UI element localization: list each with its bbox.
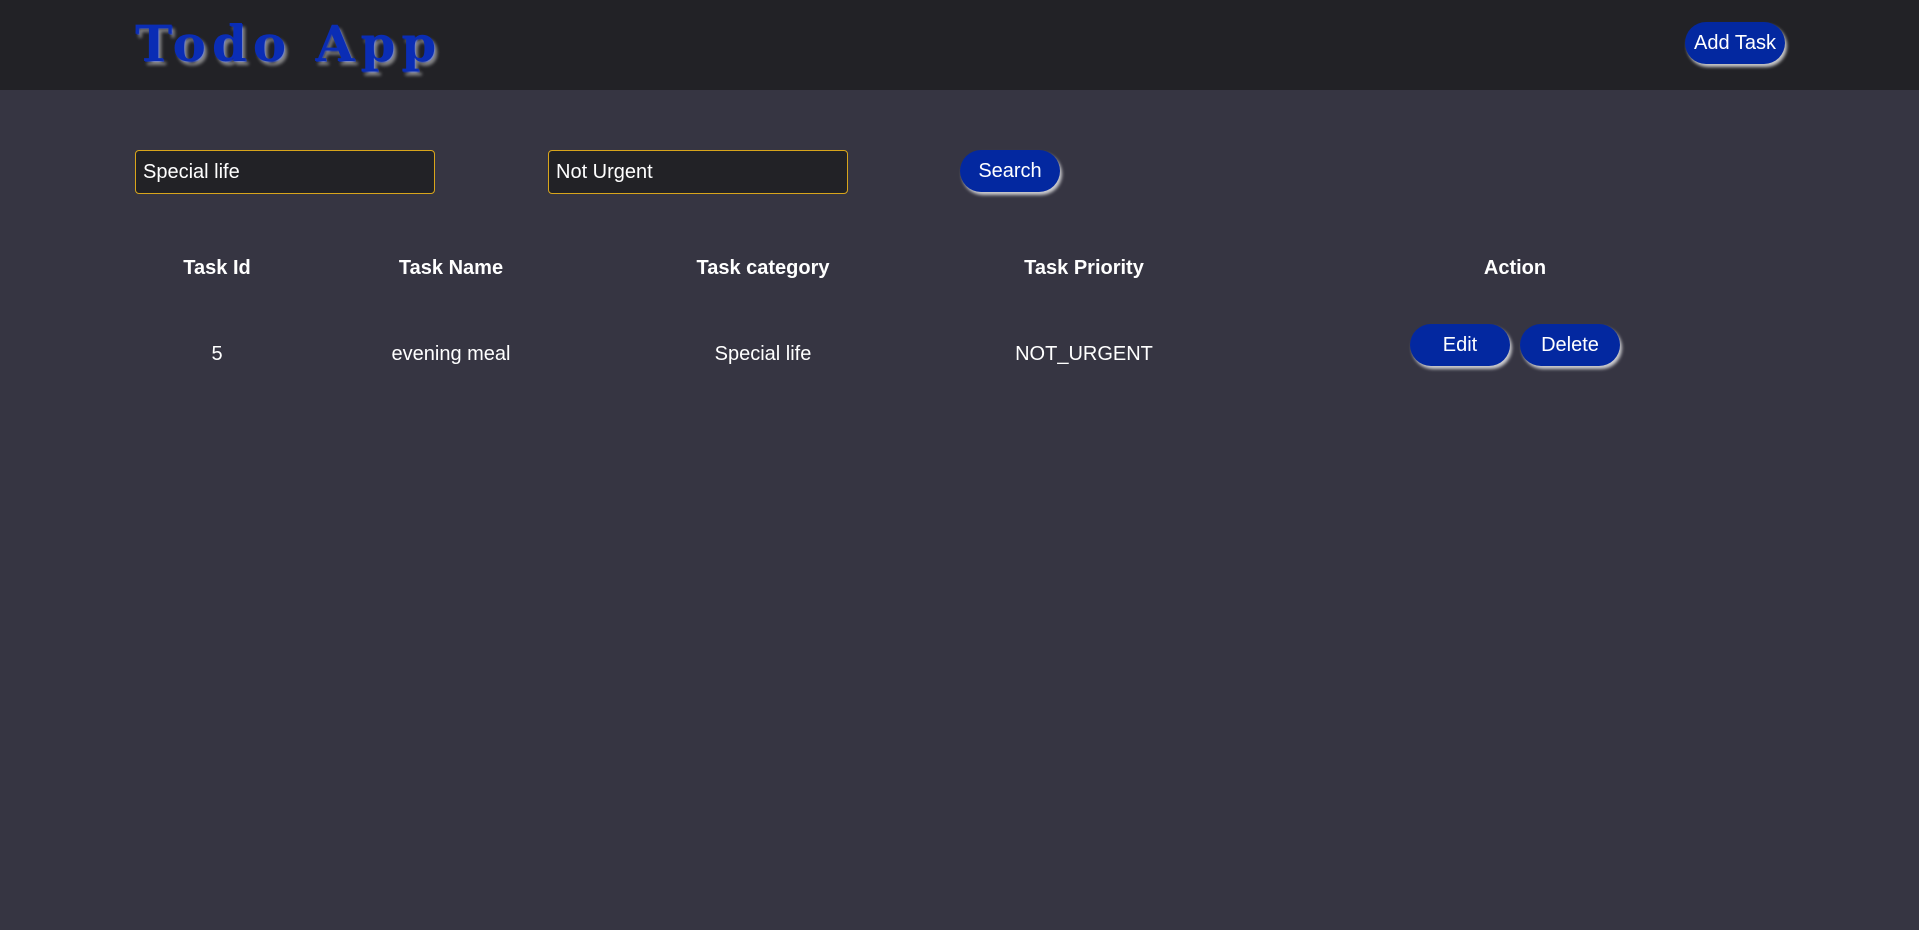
top-navbar: Todo App Add Task — [0, 0, 1919, 90]
add-task-button[interactable]: Add Task — [1685, 22, 1785, 64]
priority-filter-input[interactable] — [548, 150, 848, 194]
column-header-action: Action — [1483, 257, 1547, 279]
task-category-cell: Special life — [714, 343, 812, 365]
column-header-task-name: Task Name — [398, 257, 504, 279]
category-filter-input[interactable] — [135, 150, 435, 194]
task-priority-cell: NOT_URGENT — [1015, 343, 1153, 365]
task-name-cell: evening meal — [391, 343, 511, 365]
column-header-task-priority: Task Priority — [1024, 257, 1144, 279]
search-button[interactable]: Search — [960, 150, 1060, 192]
task-id-cell: 5 — [211, 343, 223, 365]
delete-button[interactable]: Delete — [1520, 324, 1620, 366]
column-header-task-category: Task category — [696, 257, 830, 279]
edit-button[interactable]: Edit — [1410, 324, 1510, 366]
app-logo: Todo App — [135, 14, 443, 73]
column-header-task-id: Task Id — [183, 257, 251, 279]
